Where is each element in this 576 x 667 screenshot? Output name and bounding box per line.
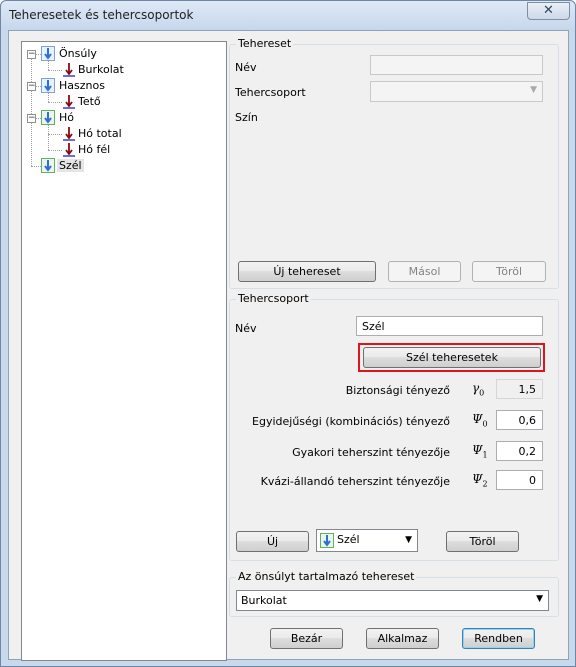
collapse-icon[interactable]: − (27, 82, 36, 91)
close-window-button[interactable]: ✕ (527, 2, 570, 20)
load-group-blue-icon (41, 46, 55, 61)
delete-group-button[interactable]: Töröl (446, 531, 519, 552)
load-case-red-icon (63, 127, 75, 141)
load-group-green-icon (41, 110, 55, 125)
tree-item-label: Önsúly (59, 47, 97, 60)
collapse-icon[interactable]: − (27, 114, 36, 123)
load-group-green-icon (41, 158, 55, 173)
tree-item-label: Hó (59, 111, 75, 124)
load-group-blue-icon (41, 78, 55, 93)
tree-item-ho-total[interactable]: Hó total (22, 126, 152, 142)
szel-teheresetek-button[interactable]: Szél teheresetek (363, 347, 541, 368)
onsuly-value: Burkolat (241, 594, 287, 607)
apply-button[interactable]: Alkalmaz (366, 628, 439, 649)
tehercsoport-name-field[interactable]: Szél (356, 316, 543, 336)
factor-label: Egyidejűségi (kombinációs) tényező (252, 415, 450, 428)
load-case-red-icon (63, 63, 75, 77)
group-title: Tehereset (236, 37, 294, 50)
psi1-symbol: Ψ1 (472, 443, 488, 460)
tehercsoport-label: Tehercsoport (235, 86, 306, 99)
new-group-button[interactable]: Új (236, 531, 309, 552)
tree-item-label: Tető (78, 95, 101, 108)
gamma-symbol: γ0 (472, 381, 485, 398)
load-case-red-icon (63, 95, 75, 109)
tree-item-szel[interactable]: Szél (22, 158, 122, 174)
tehercsoport-dropdown[interactable]: ▼ (370, 81, 543, 102)
tree-item-onsuly[interactable]: − Önsúly (22, 46, 122, 62)
tree-item-hasznos[interactable]: − Hasznos (22, 78, 122, 94)
tehereset-group: Tehereset Név Tehercsoport ▼ Szín Új teh… (229, 37, 559, 289)
egyidejusegi-tenyezo-field[interactable]: 0,6 (496, 410, 543, 430)
close-button[interactable]: Bezár (270, 628, 343, 649)
tree-item-label: Hasznos (59, 79, 105, 92)
tree-item-label: Szél (57, 159, 84, 172)
nev-label: Név (235, 61, 257, 74)
window-title: Teheresetek és tehercsoportok (9, 8, 194, 22)
factor-label: Gyakori teherszint tényezője (292, 446, 450, 459)
tree-item-ho[interactable]: − Hó (22, 110, 122, 126)
factor-label: Kvázi-állandó teherszint tényezője (260, 475, 450, 488)
new-tehereset-button[interactable]: Új tehereset (238, 261, 376, 282)
chevron-down-icon: ▼ (405, 535, 412, 545)
tree-item-burkolat[interactable]: Burkolat (22, 62, 142, 78)
group-type-value: Szél (337, 533, 360, 546)
group-type-dropdown[interactable]: Szél ▼ (316, 529, 418, 552)
copy-button[interactable]: Másol (388, 261, 461, 282)
nev-label: Név (235, 322, 257, 335)
tree-item-ho-fel[interactable]: Hó fél (22, 142, 152, 158)
title-bar: Teheresetek és tehercsoportok ✕ (1, 1, 575, 30)
close-icon: ✕ (543, 3, 554, 18)
gyakori-tenyezo-field[interactable]: 0,2 (496, 441, 543, 461)
group-title: Az önsúlyt tartalmazó tehereset (236, 570, 417, 583)
tehercsoport-group: Tehercsoport Név Szél Szél teheresetek B… (229, 292, 559, 561)
psi2-symbol: Ψ2 (472, 472, 488, 489)
tree-item-label: Hó fél (78, 143, 111, 156)
tree-item-label: Hó total (78, 127, 122, 140)
collapse-icon[interactable]: − (27, 50, 36, 59)
onsuly-dropdown[interactable]: Burkolat ▼ (236, 590, 549, 611)
kvazi-allando-tenyezo-field[interactable]: 0 (496, 470, 543, 490)
psi0-symbol: Ψ0 (472, 412, 488, 429)
tehereset-name-field[interactable] (370, 55, 543, 75)
ok-button[interactable]: Rendben (462, 628, 535, 649)
chevron-down-icon: ▼ (530, 85, 537, 95)
load-group-green-icon (320, 533, 334, 548)
tree-item-teto[interactable]: Tető (22, 94, 142, 110)
factor-label: Biztonsági tényező (345, 384, 450, 397)
group-title: Tehercsoport (236, 292, 311, 305)
chevron-down-icon: ▼ (536, 594, 543, 604)
biztonsagi-tenyezo-field: 1,5 (496, 379, 543, 399)
dialog-window: Teheresetek és tehercsoportok ✕ − Önsúly… (0, 0, 576, 667)
tree-item-label: Burkolat (78, 63, 124, 76)
szin-label: Szín (235, 111, 258, 124)
onsuly-group: Az önsúlyt tartalmazó tehereset Burkolat… (229, 570, 559, 617)
dialog-client: − Önsúly Burkolat − Hasznos Tető − Hó Hó… (8, 30, 569, 661)
delete-tehereset-button[interactable]: Töröl (472, 261, 546, 282)
load-tree[interactable]: − Önsúly Burkolat − Hasznos Tető − Hó Hó… (21, 41, 227, 661)
load-case-red-icon (63, 143, 75, 157)
